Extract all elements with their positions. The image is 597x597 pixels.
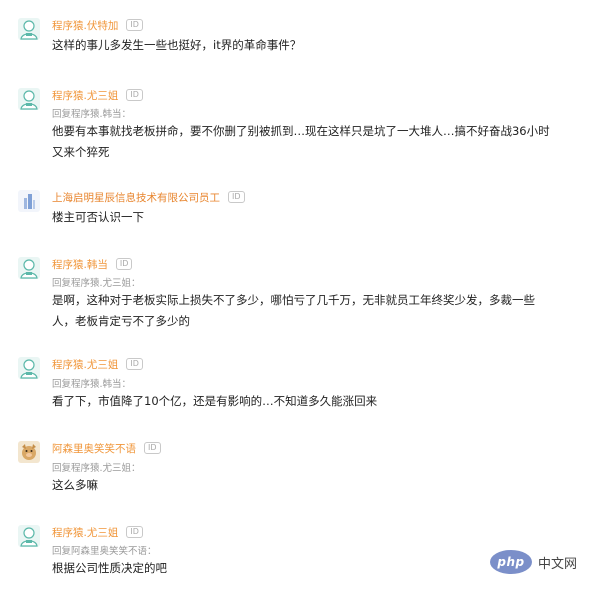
comment-text: 楼主可否认识一下 [52,210,144,224]
comment-text-line: 人，老板肯定亏不了多少的 [52,314,190,328]
comment-text-line: 又来个猝死 [52,145,110,159]
reply-to[interactable]: 回复阿森里奥笑笑不语： [52,545,157,559]
programmer-avatar-icon [18,257,40,279]
comment-text-line: 是啊，这种对于老板实际上损失不了多少，哪怕亏了几千万，无非就员工年终奖少发，多裁… [52,293,535,307]
reply-to[interactable]: 回复程序猿.韩当： [52,378,131,392]
programmer-avatar-icon [18,357,40,379]
id-badge-icon: ID [126,358,143,370]
author-name[interactable]: 程序猿.尤三姐 [52,359,118,371]
comment-text: 这么多嘛 [52,478,98,492]
avatar[interactable] [18,441,40,463]
comment-text-line: 他要有本事就找老板拼命，要不你删了别被抓到…现在这样只是坑了一大堆人…搞不好奋战… [52,124,550,138]
reply-to[interactable]: 回复程序猿.韩当： [52,108,131,122]
author-name[interactable]: 程序猿.韩当 [52,259,108,271]
comment-text: 看了下，市值降了10个亿，还是有影响的…不知道多久能涨回来 [52,394,378,408]
watermark-text: 中文网 [538,556,578,572]
id-badge-icon: ID [126,89,143,101]
avatar[interactable] [18,257,40,279]
company-avatar-icon [18,190,40,212]
avatar[interactable] [18,88,40,110]
comment-text: 这样的事儿多发生一些也挺好，it界的革命事件？ [52,38,302,52]
id-badge-icon: ID [144,442,161,454]
avatar[interactable] [18,357,40,379]
programmer-avatar-icon [18,525,40,547]
comment-text: 他要有本事就找老板拼命，要不你删了别被抓到…现在这样只是坑了一大堆人…搞不好奋战… [52,121,572,163]
author-name[interactable]: 程序猿.伏特加 [52,20,118,32]
comment-text: 是啊，这种对于老板实际上损失不了多少，哪怕亏了几千万，无非就员工年终奖少发，多裁… [52,290,572,332]
author-name[interactable]: 程序猿.尤三姐 [52,90,118,102]
id-badge-icon: ID [228,191,245,203]
id-badge-icon: ID [126,526,143,538]
reply-to[interactable]: 回复程序猿.尤三姐： [52,462,141,476]
php-watermark: php 中文网 [490,548,577,576]
programmer-avatar-icon [18,18,40,40]
php-logo-icon: php [490,550,532,574]
author-name[interactable]: 阿森里奥笑笑不语 [52,443,136,455]
author-name[interactable]: 上海启明星辰信息技术有限公司员工 [52,192,220,204]
reply-to[interactable]: 回复程序猿.尤三姐： [52,277,141,291]
id-badge-icon: ID [115,258,133,270]
pig-avatar-icon [18,441,40,463]
avatar[interactable] [18,525,40,547]
id-badge-icon: ID [126,19,143,31]
avatar[interactable] [18,18,40,40]
avatar[interactable] [18,190,40,212]
programmer-avatar-icon [18,88,40,110]
author-name[interactable]: 程序猿.尤三姐 [52,527,118,539]
